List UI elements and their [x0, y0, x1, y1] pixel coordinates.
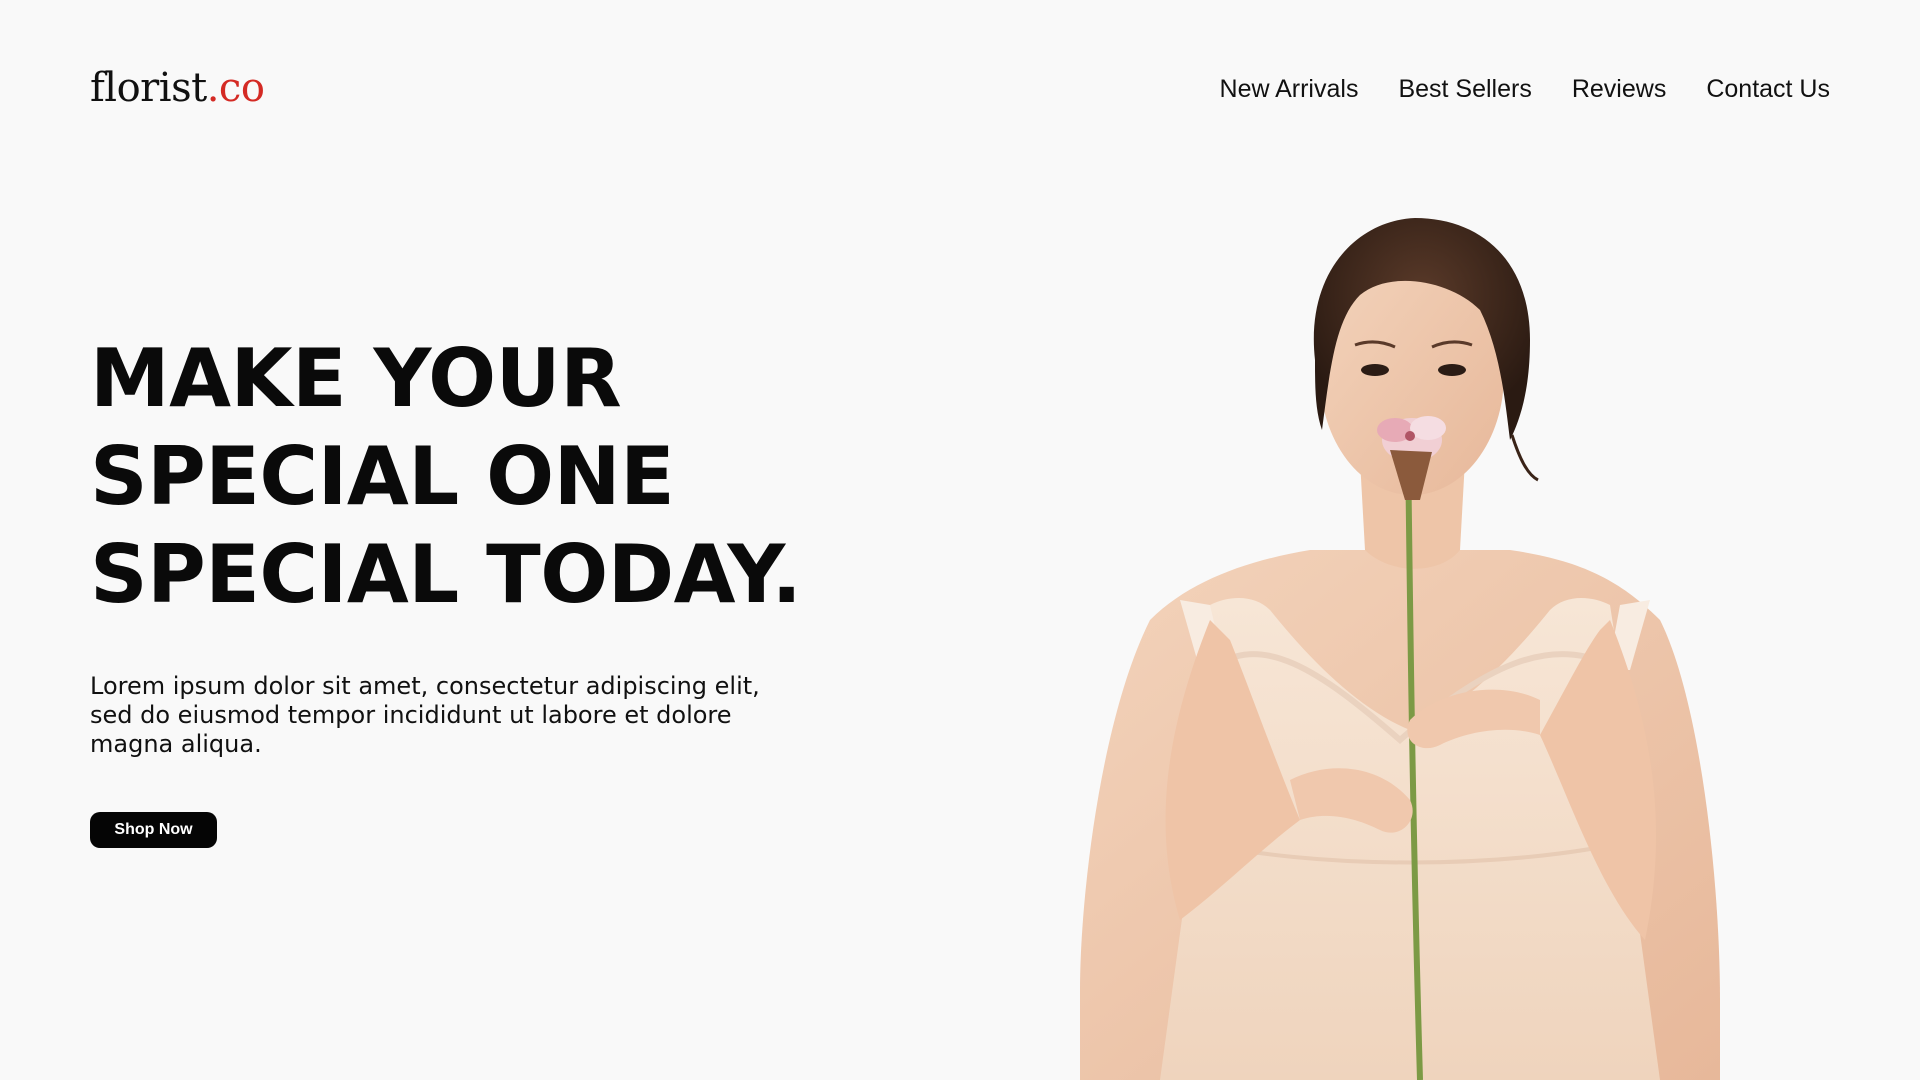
nav-reviews[interactable]: Reviews: [1572, 75, 1666, 104]
brand-accent: .co: [206, 65, 265, 111]
main-nav: New Arrivals Best Sellers Reviews Contac…: [1220, 75, 1830, 104]
headline-line-2: SPECIAL ONE: [90, 430, 675, 523]
hero-photo: [1080, 218, 1720, 1080]
hero-headline: MAKE YOUR SPECIAL ONE SPECIAL TODAY.: [90, 330, 810, 624]
nav-new-arrivals[interactable]: New Arrivals: [1220, 75, 1359, 104]
site-header: florist.co New Arrivals Best Sellers Rev…: [0, 0, 1920, 184]
hero-section: MAKE YOUR SPECIAL ONE SPECIAL TODAY. Lor…: [90, 330, 810, 783]
nav-best-sellers[interactable]: Best Sellers: [1398, 75, 1531, 104]
brand-logo[interactable]: florist.co: [90, 65, 265, 111]
landing-page: florist.co New Arrivals Best Sellers Rev…: [0, 0, 1920, 1080]
headline-line-3: SPECIAL TODAY.: [90, 528, 802, 621]
shop-now-button[interactable]: Shop Now: [90, 812, 217, 848]
hero-description: Lorem ipsum dolor sit amet, consectetur …: [90, 672, 760, 758]
brand-name: florist: [90, 65, 207, 111]
nav-contact-us[interactable]: Contact Us: [1706, 75, 1830, 104]
headline-line-1: MAKE YOUR: [90, 332, 622, 425]
